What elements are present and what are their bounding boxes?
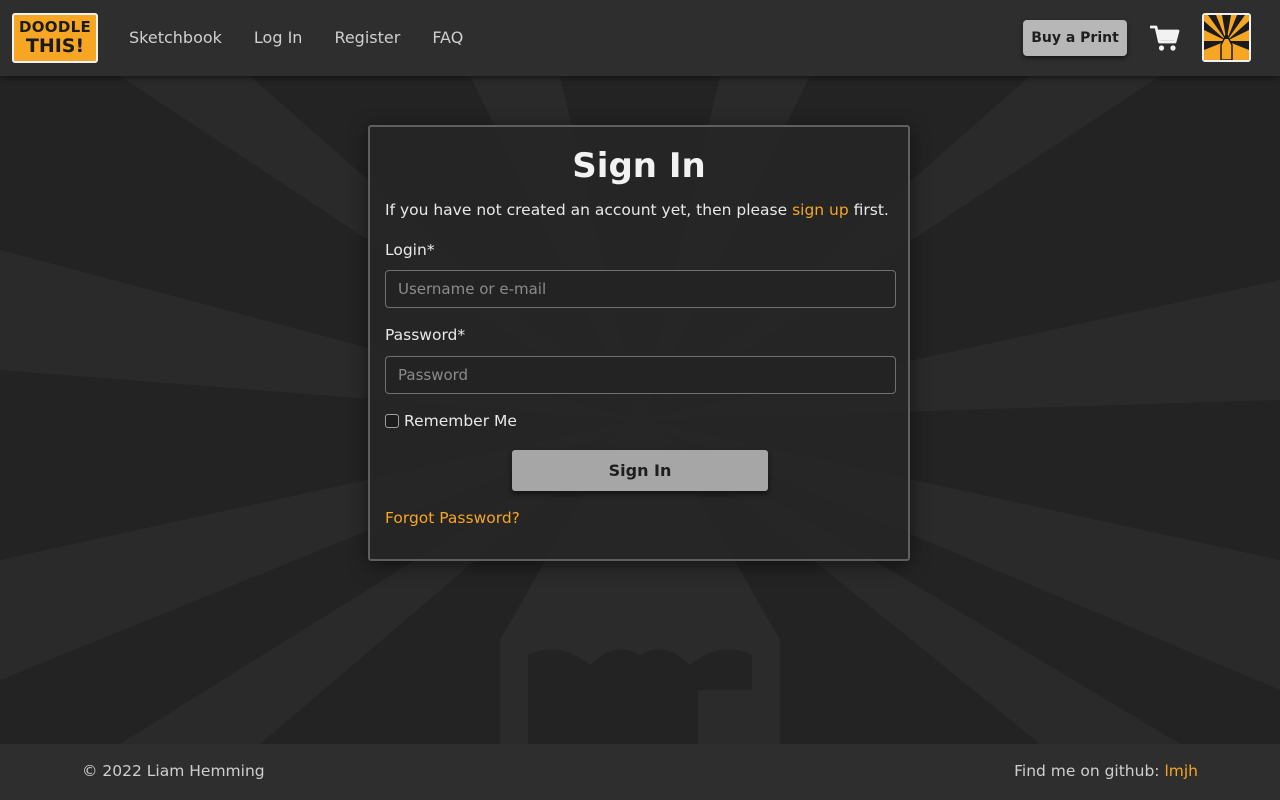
sign-in-card: Sign In If you have not created an accou…	[368, 125, 910, 561]
remember-me-label: Remember Me	[404, 412, 517, 430]
nav-link-sketchbook[interactable]: Sketchbook	[129, 27, 222, 49]
github-prefix: Find me on github:	[1014, 762, 1165, 780]
nav-links: Sketchbook Log In Register FAQ	[129, 27, 463, 49]
shopping-cart-icon[interactable]	[1150, 24, 1180, 52]
sunburst-pencil-icon	[1204, 15, 1249, 60]
logo-text-line1: DOODLE	[18, 18, 91, 36]
github-link[interactable]: lmjh	[1164, 762, 1198, 780]
signup-prompt: If you have not created an account yet, …	[385, 201, 889, 219]
doodle-this-logo[interactable]: DOODLE THIS!	[12, 13, 98, 63]
password-label: Password*	[385, 326, 466, 344]
sign-in-button[interactable]: Sign In	[512, 450, 768, 491]
signup-prompt-text: If you have not created an account yet, …	[385, 201, 793, 219]
footer: © 2022 Liam Hemming Find me on github: l…	[0, 744, 1280, 800]
login-input[interactable]	[385, 270, 896, 308]
nav-link-faq[interactable]: FAQ	[432, 27, 463, 49]
copyright-text: © 2022 Liam Hemming	[82, 762, 265, 780]
nav-link-register[interactable]: Register	[334, 27, 400, 49]
github-credit: Find me on github: lmjh	[1014, 762, 1198, 780]
page-title: Sign In	[572, 146, 706, 186]
login-label: Login*	[385, 241, 435, 259]
profile-avatar[interactable]	[1202, 13, 1251, 62]
forgot-password-link[interactable]: Forgot Password?	[385, 509, 520, 527]
remember-me-toggle[interactable]: Remember Me	[385, 412, 517, 430]
top-navbar: DOODLE THIS! Sketchbook Log In Register …	[0, 0, 1280, 76]
remember-me-checkbox[interactable]	[385, 414, 399, 428]
password-input[interactable]	[385, 356, 896, 394]
nav-link-login[interactable]: Log In	[254, 27, 303, 49]
signup-prompt-suffix: first.	[848, 201, 889, 219]
sign-up-link[interactable]: sign up	[792, 201, 849, 219]
logo-text-line2: THIS!	[25, 35, 85, 57]
buy-a-print-button[interactable]: Buy a Print	[1023, 20, 1127, 56]
